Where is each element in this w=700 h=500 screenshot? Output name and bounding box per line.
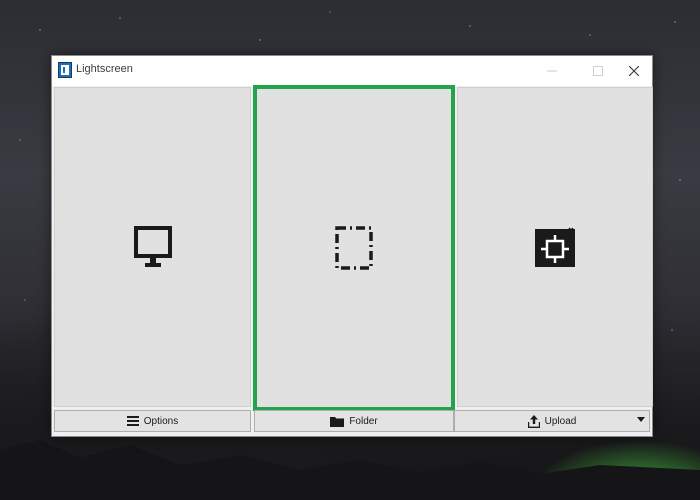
options-button[interactable]: Options	[54, 410, 251, 432]
upload-button[interactable]: Upload	[454, 410, 650, 432]
upload-icon	[527, 414, 540, 428]
upload-label: Upload	[544, 415, 577, 427]
folder-icon	[330, 416, 345, 427]
window-target-icon	[535, 227, 575, 267]
dashed-selection-icon	[335, 226, 373, 270]
options-label: Options	[143, 415, 179, 427]
hamburger-menu-icon	[126, 416, 139, 426]
folder-button[interactable]: Folder	[254, 410, 454, 432]
monitor-icon	[133, 226, 172, 267]
close-button[interactable]	[614, 56, 654, 86]
lightscreen-app-icon	[58, 62, 72, 78]
window-capture-button[interactable]	[457, 87, 653, 407]
folder-label: Folder	[349, 415, 378, 427]
minimize-button[interactable]	[532, 56, 572, 86]
maximize-button[interactable]	[578, 56, 618, 86]
chevron-down-icon[interactable]	[637, 417, 645, 423]
minimize-icon	[547, 70, 557, 72]
lightscreen-window: Lightscreen Options Folder Upload	[51, 55, 653, 437]
title-bar[interactable]: Lightscreen	[52, 56, 652, 86]
screen-capture-button[interactable]	[54, 87, 251, 407]
close-icon	[629, 66, 639, 76]
area-capture-button[interactable]	[253, 85, 455, 411]
window-title: Lightscreen	[76, 63, 133, 75]
maximize-icon	[593, 66, 603, 76]
